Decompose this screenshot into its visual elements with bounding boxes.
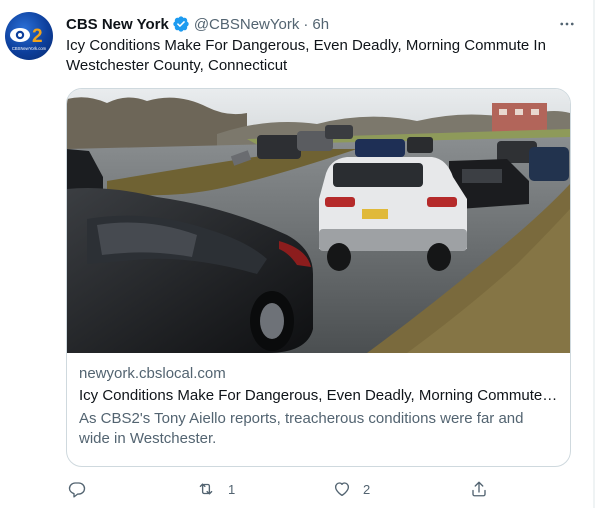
svg-text:2: 2	[32, 26, 43, 47]
tweet-header: CBS New York @CBSNewYork · 6h	[66, 14, 575, 34]
display-name[interactable]: CBS New York	[66, 16, 169, 33]
card-title: Icy Conditions Make For Dangerous, Even …	[79, 387, 558, 404]
heart-icon	[334, 482, 350, 497]
reply-button[interactable]	[68, 478, 98, 500]
retweet-button[interactable]: 1	[196, 478, 235, 500]
link-card[interactable]: newyork.cbslocal.com Icy Conditions Make…	[66, 88, 571, 467]
verified-badge-icon	[172, 15, 190, 33]
like-button[interactable]: 2	[333, 478, 370, 500]
reply-icon	[68, 482, 86, 498]
cbs-logo-icon: 2 CBSNewYork.com	[10, 26, 47, 51]
avatar[interactable]: 2 CBSNewYork.com	[5, 12, 53, 60]
timestamp[interactable]: 6h	[312, 16, 329, 33]
more-options-icon[interactable]	[555, 12, 579, 36]
share-icon	[472, 481, 486, 497]
separator-dot: ·	[303, 15, 309, 33]
tweet-text: Icy Conditions Make For Dangerous, Even …	[66, 37, 546, 74]
retweet-count: 1	[228, 481, 236, 497]
retweet-icon	[199, 483, 213, 495]
card-description: As CBS2's Tony Aiello reports, treachero…	[79, 410, 524, 447]
tweet-actions: 1 2	[66, 478, 496, 500]
card-domain: newyork.cbslocal.com	[79, 365, 226, 382]
like-count: 2	[363, 481, 371, 497]
card-body[interactable]: newyork.cbslocal.com Icy Conditions Make…	[79, 364, 558, 449]
share-button[interactable]	[470, 478, 500, 500]
card-image[interactable]	[67, 89, 570, 353]
user-handle[interactable]: @CBSNewYork	[194, 16, 300, 33]
svg-text:CBSNewYork.com: CBSNewYork.com	[12, 46, 47, 51]
